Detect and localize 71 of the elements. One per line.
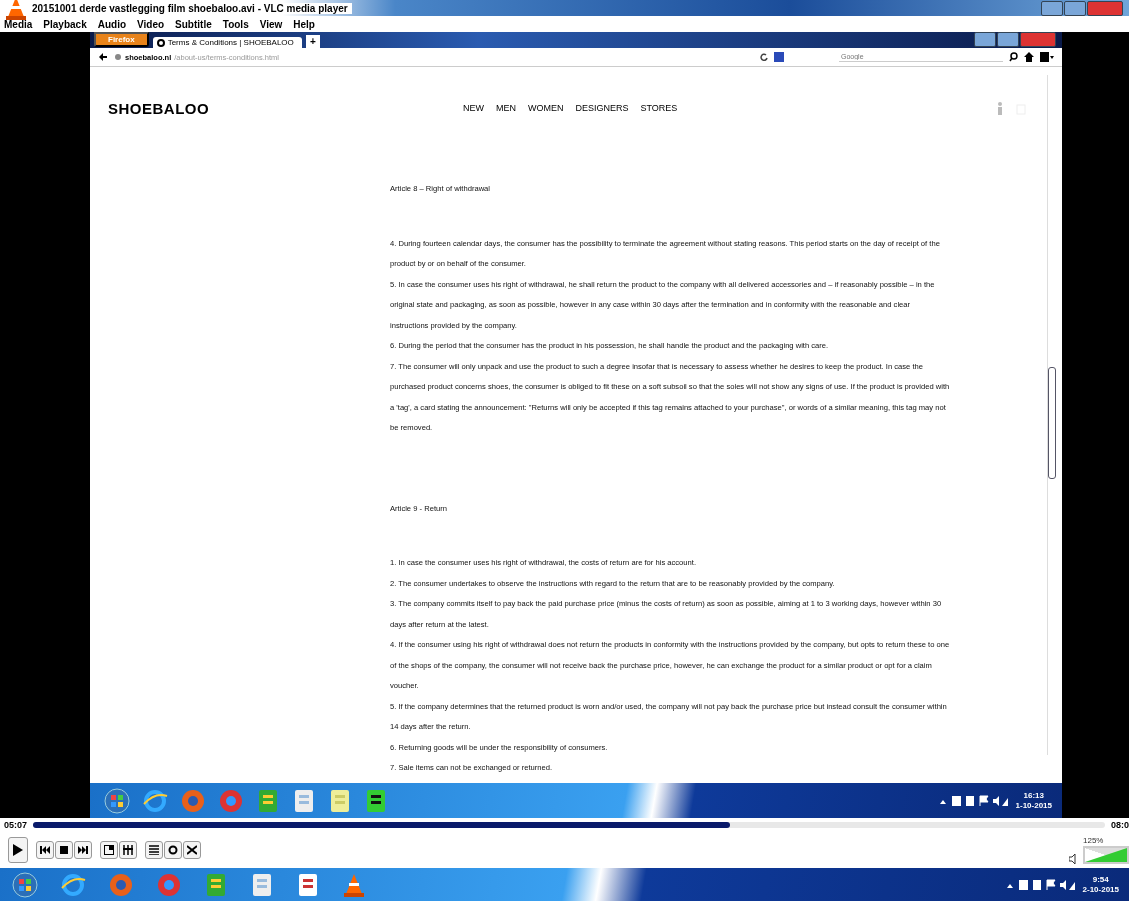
clock-time: 16:13 — [1023, 790, 1044, 801]
slides-icon[interactable] — [296, 871, 320, 898]
page-icon — [156, 38, 165, 47]
previous-icon — [40, 846, 50, 854]
loop-button[interactable] — [164, 841, 182, 859]
back-icon[interactable] — [98, 52, 108, 62]
menu-item[interactable]: Subtitle — [175, 18, 212, 30]
menu-item[interactable]: Help — [293, 18, 315, 30]
fullscreen-icon — [104, 845, 114, 855]
nav-link[interactable]: WOMEN — [528, 103, 564, 113]
scrollbar-thumb[interactable] — [1048, 367, 1056, 479]
menu-item[interactable]: View — [259, 18, 283, 30]
notepad-icon[interactable] — [250, 871, 274, 898]
sliders-icon — [123, 845, 133, 855]
minimize-button[interactable] — [974, 32, 996, 47]
playlist-button[interactable] — [145, 841, 163, 859]
maximize-button[interactable] — [997, 32, 1019, 47]
total-time: 08:0 — [1111, 820, 1129, 830]
loop-icon — [168, 845, 178, 855]
letter-e-icon[interactable] — [60, 871, 86, 898]
menu-item[interactable]: Media — [4, 18, 33, 30]
minimize-button[interactable] — [1041, 0, 1063, 16]
menu-item[interactable]: Audio — [97, 18, 127, 30]
reload-icon[interactable] — [760, 53, 768, 61]
equalizer-button[interactable] — [119, 841, 137, 859]
speaker-icon[interactable] — [1069, 854, 1079, 864]
tray-icons-drawing[interactable] — [1004, 877, 1075, 892]
menu-item[interactable]: Tools — [222, 18, 249, 30]
new-tab-button[interactable]: + — [305, 35, 320, 48]
window-title: 20151001 derde vastlegging film shoebaloo.avi - VLC media player — [32, 2, 352, 14]
letter-e-icon[interactable] — [142, 787, 168, 814]
maximize-button[interactable] — [1064, 0, 1086, 16]
fullscreen-button[interactable] — [100, 841, 118, 859]
notepad-icon[interactable] — [292, 787, 316, 814]
image-file-icon[interactable] — [204, 871, 228, 898]
stop-button[interactable] — [55, 841, 73, 859]
window-icon[interactable] — [1040, 52, 1054, 62]
site-logo[interactable]: SHOEBALOO — [108, 99, 463, 117]
play-button[interactable] — [8, 837, 28, 863]
clock-date: 2-10-2015 — [1082, 884, 1119, 895]
search-icon[interactable] — [1009, 52, 1018, 62]
menu-item[interactable]: Video — [137, 18, 165, 30]
nav-link[interactable]: STORES — [640, 103, 678, 113]
play-icon — [13, 844, 23, 856]
image-file-icon[interactable] — [256, 787, 280, 814]
previous-button[interactable] — [36, 841, 54, 859]
clock-time: 9:54 — [1092, 874, 1109, 885]
traffic-cone-icon[interactable] — [4, 0, 28, 21]
close-button[interactable] — [1087, 0, 1123, 16]
globe-icon — [114, 53, 122, 61]
note-icon[interactable] — [328, 787, 352, 814]
menu-item[interactable]: Playback — [43, 18, 87, 30]
stop-icon — [60, 846, 68, 854]
seek-bar[interactable] — [33, 822, 1105, 828]
start-orb-icon[interactable] — [12, 871, 38, 898]
tray-icons-drawing[interactable] — [937, 793, 1008, 808]
nav-link[interactable]: MEN — [496, 103, 516, 113]
start-orb-icon[interactable] — [104, 787, 130, 814]
list-icon — [149, 845, 159, 855]
clock-date: 1-10-2015 — [1015, 800, 1052, 811]
shuffle-button[interactable] — [183, 841, 201, 859]
shuffle-icon — [187, 845, 197, 855]
next-button[interactable] — [74, 841, 92, 859]
volume-reading: 125% — [1083, 836, 1104, 845]
elapsed-time: 05:07 — [4, 820, 28, 830]
app-icon[interactable] — [364, 787, 388, 814]
home-icon[interactable] — [1024, 52, 1034, 62]
nav-link[interactable]: NEW — [463, 103, 484, 113]
browser-tab[interactable]: Terms & Conditions | SHOEBALOO — [152, 37, 302, 48]
next-icon — [78, 846, 88, 854]
nav-link[interactable]: DESIGNERS — [575, 103, 629, 113]
